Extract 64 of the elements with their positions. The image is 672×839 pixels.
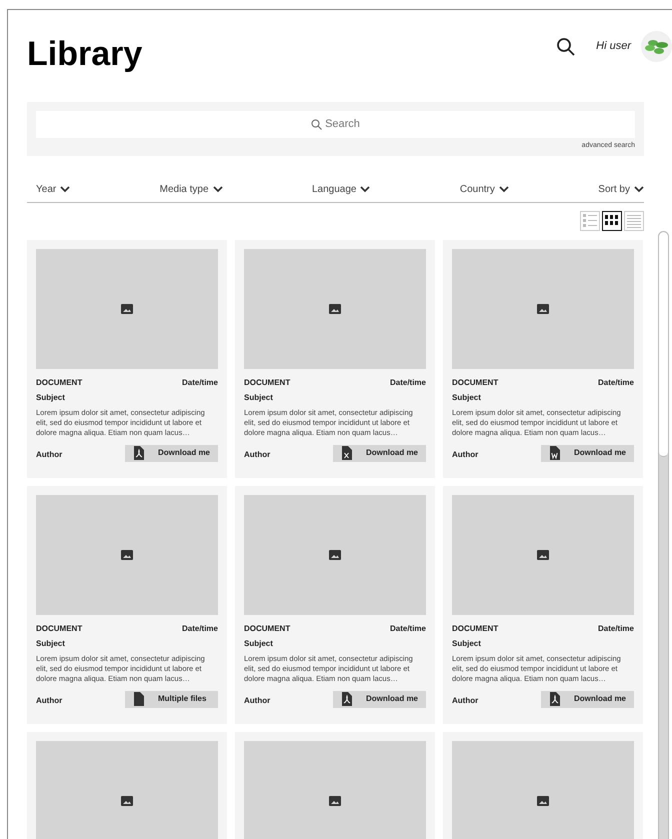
image-icon — [329, 304, 341, 314]
card-subject: Subject — [452, 392, 482, 404]
card-date: Date/time — [182, 622, 218, 634]
filter-dropdown[interactable]: Year — [36, 182, 70, 196]
card-type: DOCUMENT — [36, 376, 82, 388]
image-icon — [121, 304, 133, 314]
download-button[interactable]: Download me — [333, 444, 426, 462]
card-date: Date/time — [390, 622, 426, 634]
card-type: DOCUMENT — [244, 622, 290, 634]
card-subject: Subject — [244, 392, 274, 404]
chevron-down-icon — [360, 186, 370, 192]
download-button[interactable]: Download me — [541, 444, 634, 462]
card-date: Date/time — [182, 376, 218, 388]
scrollbar[interactable] — [658, 231, 669, 839]
card-type: DOCUMENT — [244, 376, 290, 388]
greeting: Hi user — [596, 39, 631, 54]
card-subject: Subject — [452, 638, 482, 650]
image-icon — [537, 796, 549, 806]
word-file-icon — [549, 446, 560, 460]
filter-dropdown[interactable]: Media type — [160, 182, 223, 196]
card-author: Author — [244, 448, 270, 460]
filter-dropdown[interactable]: Sort by — [598, 182, 644, 196]
filter-dropdown[interactable]: Language — [312, 182, 370, 196]
leaf-pattern-icon — [644, 38, 670, 54]
download-button[interactable]: Multiple files — [125, 690, 218, 708]
card-author: Author — [452, 448, 478, 460]
download-button[interactable]: Download me — [333, 690, 426, 708]
card-type: DOCUMENT — [452, 622, 498, 634]
chevron-down-icon — [634, 186, 644, 192]
card-type: DOCUMENT — [452, 376, 498, 388]
search-icon — [311, 119, 322, 130]
card-subject: Subject — [36, 392, 66, 404]
card-subject: Subject — [244, 638, 274, 650]
card-author: Author — [36, 694, 62, 706]
image-icon — [329, 796, 341, 806]
card-author: Author — [244, 694, 270, 706]
grid-view-icon[interactable] — [602, 210, 622, 230]
download-button[interactable]: Download me — [541, 690, 634, 708]
image-icon — [537, 304, 549, 314]
card-date: Date/time — [598, 376, 634, 388]
image-icon — [121, 550, 133, 560]
user-avatar[interactable] — [641, 31, 672, 62]
card-subject: Subject — [36, 638, 66, 650]
chevron-down-icon — [498, 186, 509, 192]
card-type: DOCUMENT — [36, 622, 82, 634]
spreadsheet-file-icon — [341, 446, 352, 460]
image-icon — [121, 796, 133, 806]
card-date: Date/time — [598, 622, 634, 634]
file-icon — [133, 692, 144, 706]
search-field[interactable]: Search — [36, 111, 635, 138]
image-icon — [537, 550, 549, 560]
search-icon[interactable] — [556, 36, 576, 56]
chevron-down-icon — [212, 186, 223, 192]
pdf-file-icon — [133, 446, 144, 460]
filter-dropdown[interactable]: Country — [460, 182, 509, 196]
card-author: Author — [36, 448, 62, 460]
page-title: Library — [27, 34, 142, 74]
card-date: Date/time — [390, 376, 426, 388]
image-icon — [329, 550, 341, 560]
card-author: Author — [452, 694, 478, 706]
download-button[interactable]: Download me — [125, 444, 218, 462]
pdf-file-icon — [341, 692, 352, 706]
pdf-file-icon — [549, 692, 560, 706]
chevron-down-icon — [60, 186, 70, 192]
